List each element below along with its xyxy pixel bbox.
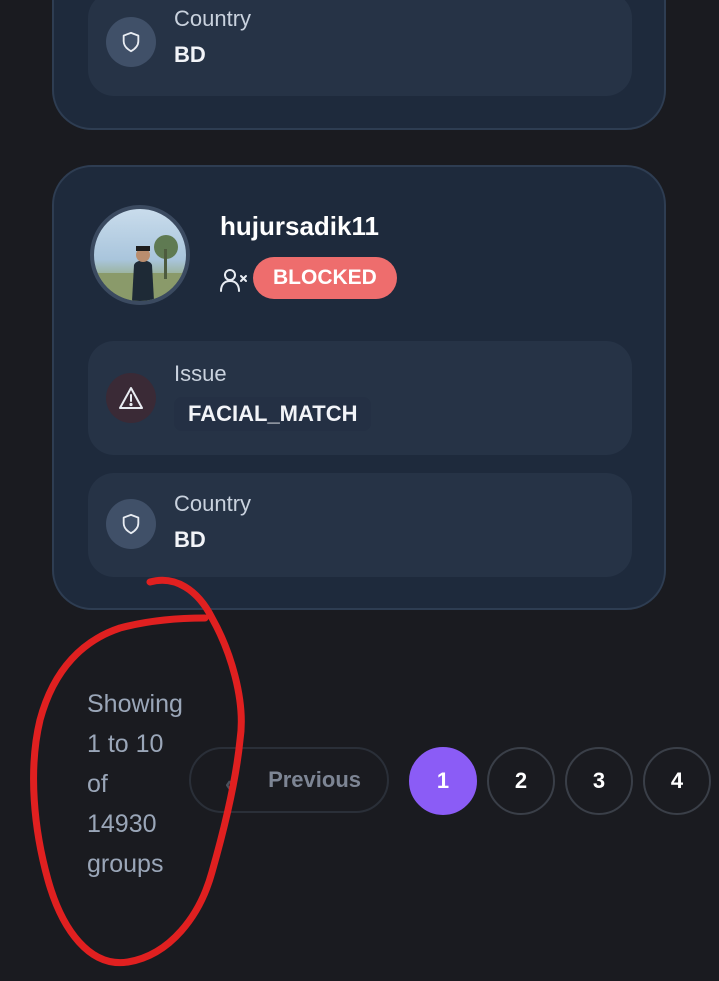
issue-box: Issue FACIAL_MATCH: [88, 341, 632, 455]
country-box: Country BD: [88, 0, 632, 96]
issue-value: FACIAL_MATCH: [174, 397, 372, 431]
previous-button[interactable]: ‹ Previous: [189, 747, 389, 813]
user-x-icon: [220, 267, 248, 293]
page-button-1[interactable]: 1: [409, 747, 477, 815]
shield-icon: [106, 499, 156, 549]
country-value: BD: [174, 527, 206, 552]
previous-label: Previous: [268, 767, 361, 792]
summary-line: Showing: [87, 690, 183, 718]
summary-line: 1 to 10: [87, 730, 164, 758]
status-badge: BLOCKED: [253, 257, 397, 299]
page-button-3[interactable]: 3: [565, 747, 633, 815]
page-button-4[interactable]: 4: [643, 747, 711, 815]
report-card: Country BD: [52, 0, 666, 130]
page-button-2[interactable]: 2: [487, 747, 555, 815]
issue-label: Issue: [174, 361, 227, 386]
chevron-left-icon: ‹: [225, 771, 233, 796]
summary-line: groups: [87, 850, 164, 878]
summary-line: 14930: [87, 810, 157, 838]
shield-icon: [106, 17, 156, 67]
warning-icon: [106, 373, 156, 423]
report-card: hujursadik11 BLOCKED Issue FACIAL_MATCH …: [52, 165, 666, 610]
country-value: BD: [174, 42, 206, 67]
country-label: Country: [174, 491, 252, 516]
username: hujursadik11: [220, 211, 379, 241]
country-label: Country: [174, 6, 252, 31]
avatar[interactable]: [90, 205, 190, 305]
country-box: Country BD: [88, 473, 632, 577]
